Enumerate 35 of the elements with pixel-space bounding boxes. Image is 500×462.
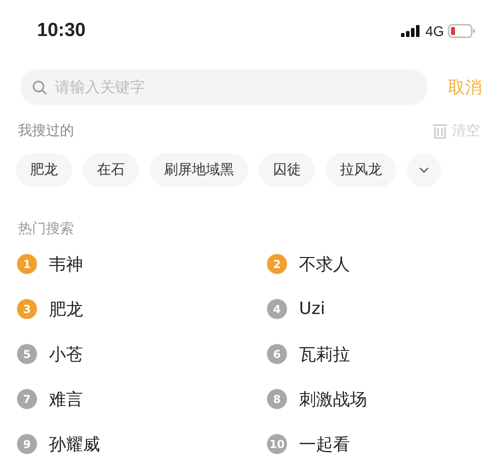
rank-badge: 5 <box>17 344 37 364</box>
rank-badge: 1 <box>17 254 37 274</box>
history-tag[interactable]: 刷屏地域黑 <box>150 153 248 187</box>
hot-search-item[interactable]: 6 瓦莉拉 <box>267 342 497 366</box>
hot-search-item[interactable]: 3 肥龙 <box>17 297 267 321</box>
hot-search-item[interactable]: 8 刺激战场 <box>267 387 497 411</box>
hot-search-item[interactable]: 5 小苍 <box>17 342 267 366</box>
rank-badge: 3 <box>17 299 37 319</box>
rank-badge: 6 <box>267 344 287 364</box>
history-tag[interactable]: 拉风龙 <box>326 153 396 187</box>
battery-icon <box>448 24 476 38</box>
hot-search-item[interactable]: 7 难言 <box>17 387 267 411</box>
rank-badge: 9 <box>17 434 37 454</box>
trash-icon <box>433 124 447 138</box>
status-time: 10:30 <box>37 20 86 42</box>
hot-search-item[interactable]: 1 韦神 <box>17 252 267 276</box>
section-title: 我搜过的 <box>18 122 74 140</box>
rank-badge: 7 <box>17 389 37 409</box>
rank-badge: 4 <box>267 299 287 319</box>
search-field[interactable]: 请输入关键字 <box>20 69 428 105</box>
history-tag[interactable]: 在石 <box>83 153 139 187</box>
network-label: 4G <box>425 23 444 39</box>
chevron-icon <box>419 167 429 173</box>
rank-badge: 8 <box>267 389 287 409</box>
history-tag[interactable]: 肥龙 <box>16 153 72 187</box>
hot-search-item[interactable]: 4 Uzi <box>267 297 497 321</box>
expand-button[interactable] <box>407 153 441 187</box>
history-tag[interactable]: 囚徒 <box>259 153 315 187</box>
section-title: 热门搜索 <box>17 220 75 238</box>
rank-badge: 10 <box>267 434 287 454</box>
hot-search-item[interactable]: 9 孙耀威 <box>17 432 267 456</box>
rank-badge: 2 <box>267 254 287 274</box>
hot-search-item[interactable]: 10 一起看 <box>267 432 497 456</box>
signal-icon <box>401 25 422 37</box>
hot-search-item[interactable]: 2 不求人 <box>267 252 497 276</box>
